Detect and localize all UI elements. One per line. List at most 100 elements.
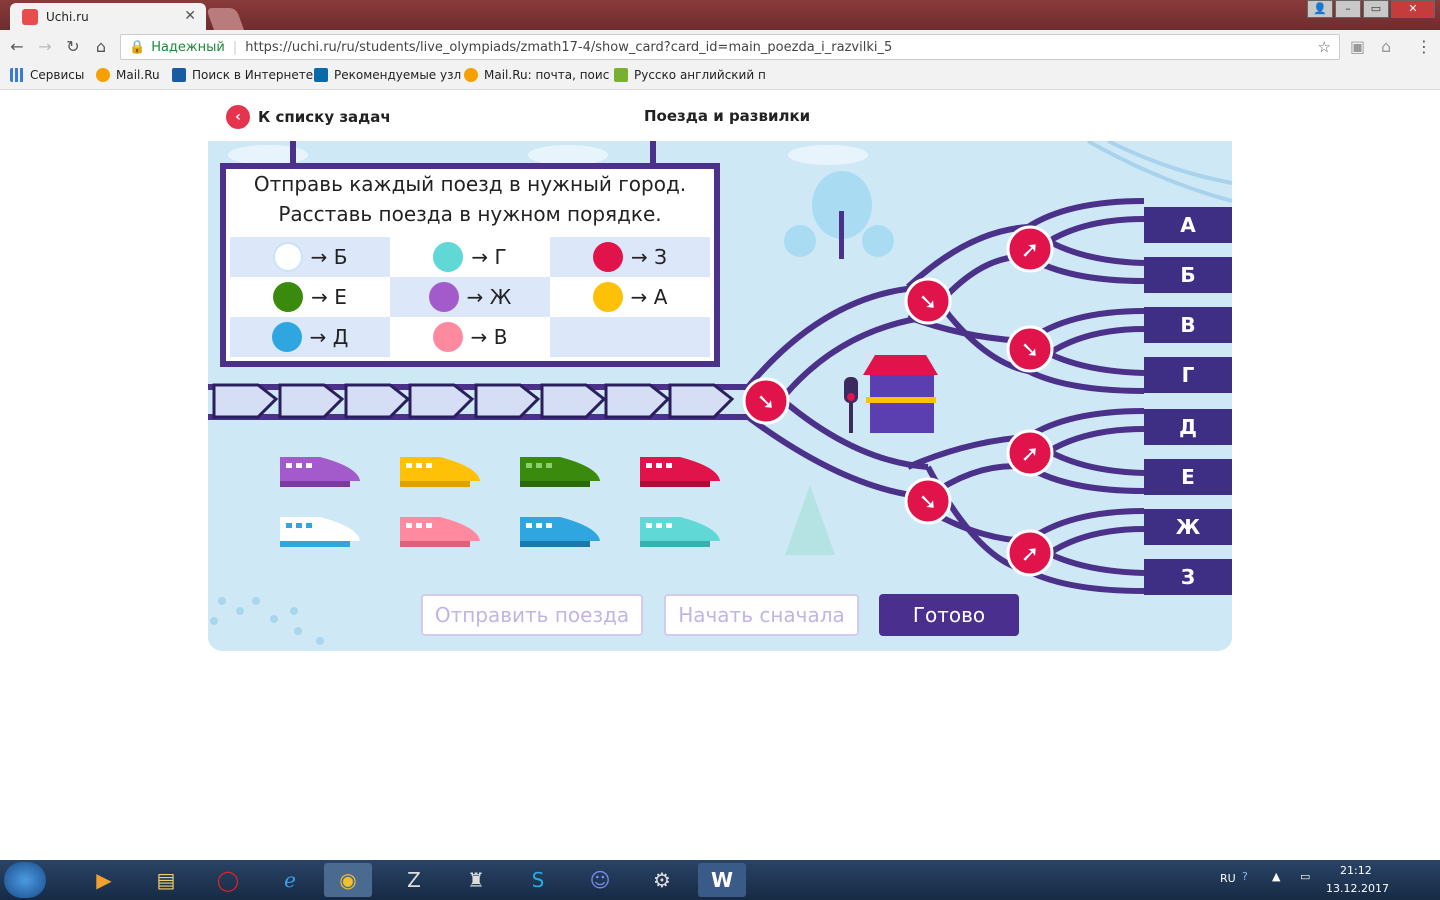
station-stripe xyxy=(866,397,936,403)
bookmark-bing[interactable]: Рекомендуемые узл xyxy=(314,68,461,82)
minimize-button[interactable]: – xyxy=(1335,0,1361,18)
legend-city: Б xyxy=(333,245,348,269)
legend-item: → Ж xyxy=(390,277,550,317)
legend-item: → З xyxy=(550,237,710,277)
traffic-light-red xyxy=(847,393,855,401)
done-button[interactable]: Готово xyxy=(879,594,1019,636)
legend-item: → Г xyxy=(390,237,550,277)
page-title: Поезда и развилки xyxy=(644,107,811,125)
task-panel: Отправь каждый поезд в нужный город. Рас… xyxy=(220,163,720,367)
legend-city: З xyxy=(654,245,667,269)
city-z: З xyxy=(1144,559,1232,595)
svg-text:➚: ➚ xyxy=(1021,542,1039,567)
close-window-button[interactable]: ✕ xyxy=(1391,0,1435,18)
green-train-dot xyxy=(273,282,304,312)
purple-train-dot xyxy=(428,282,459,312)
tree xyxy=(784,225,816,257)
bookmark-dictionary[interactable]: Русско английский п xyxy=(614,68,766,82)
chrome-icon[interactable]: ◉ xyxy=(324,863,372,897)
arrow-icon: → xyxy=(310,245,328,269)
extension-icon[interactable]: ▣ xyxy=(1350,37,1365,56)
station-building xyxy=(870,375,934,433)
city-a: А xyxy=(1144,207,1232,243)
forward-icon[interactable]: → xyxy=(34,36,56,58)
mailru-icon xyxy=(96,68,110,82)
stalker-icon[interactable]: Z xyxy=(390,863,438,897)
traffic-light-pole xyxy=(849,403,853,433)
new-tab-button[interactable] xyxy=(205,8,245,30)
system-tray: RU ? ▲ ▭ 21:12 13.12.2017 xyxy=(1210,860,1440,900)
tab-uchi[interactable]: Uchi.ru ✕ xyxy=(10,3,206,30)
svg-text:➘: ➘ xyxy=(757,390,775,415)
steam-icon[interactable]: ⚙ xyxy=(638,863,686,897)
legend-city: Е xyxy=(334,285,347,309)
legend-city: В xyxy=(493,325,508,349)
bookmark-mailru[interactable]: Mail.Ru xyxy=(96,68,160,82)
svg-text:➘: ➘ xyxy=(1021,338,1039,363)
svg-text:➚: ➚ xyxy=(1021,442,1039,467)
back-icon[interactable]: ← xyxy=(6,36,28,58)
bookmark-label: Mail.Ru: почта, поис xyxy=(484,68,610,82)
internet-explorer-icon[interactable]: ℯ xyxy=(266,863,314,897)
svg-text:➚: ➚ xyxy=(1021,238,1039,263)
media-player-icon[interactable]: ▶ xyxy=(80,863,128,897)
bookmark-label: Сервисы xyxy=(30,68,85,82)
world-of-tanks-icon[interactable]: ♜ xyxy=(452,863,500,897)
language-indicator[interactable]: RU xyxy=(1220,872,1236,885)
url-text[interactable]: https://uchi.ru/ru/students/live_olympia… xyxy=(245,40,892,55)
cloud xyxy=(528,145,608,165)
skype-icon[interactable]: S xyxy=(514,863,562,897)
legend-empty xyxy=(550,317,710,357)
file-explorer-icon[interactable]: ▤ xyxy=(142,863,190,897)
svg-text:➘: ➘ xyxy=(919,490,937,515)
arrow-icon: → xyxy=(470,325,488,349)
bookmark-search[interactable]: Поиск в Интернете xyxy=(172,68,313,82)
search-icon xyxy=(172,68,186,82)
extension-home-icon[interactable]: ⌂ xyxy=(1381,37,1391,56)
discord-icon[interactable]: ☺ xyxy=(576,863,624,897)
legend-grid: → Б → Г → З → Е → Ж → А → Д → В xyxy=(230,237,710,357)
reload-icon[interactable]: ↻ xyxy=(62,36,84,58)
svg-text:➘: ➘ xyxy=(919,290,937,315)
maximize-button[interactable]: ▭ xyxy=(1363,0,1389,18)
arrow-icon: → xyxy=(630,285,648,309)
restart-button[interactable]: Начать сначала xyxy=(664,594,859,636)
clock-date[interactable]: 13.12.2017 xyxy=(1326,882,1389,895)
turquoise-train-dot xyxy=(433,242,464,272)
user-icon[interactable]: 👤 xyxy=(1307,0,1333,18)
tray-expand-icon[interactable]: ▲ xyxy=(1272,870,1280,883)
tree-trunk xyxy=(839,211,844,259)
city-g: Г xyxy=(1144,357,1232,393)
city-b: Б xyxy=(1144,257,1232,293)
menu-icon[interactable]: ⋮ xyxy=(1416,37,1432,56)
clock-time[interactable]: 21:12 xyxy=(1340,864,1372,877)
legend-item: → А xyxy=(550,277,710,317)
city-d: Д xyxy=(1144,409,1232,445)
arrow-icon: → xyxy=(631,245,648,269)
bookmark-apps[interactable]: Сервисы xyxy=(10,68,84,82)
address-bar[interactable]: 🔒 Надежный | https://uchi.ru/ru/students… xyxy=(120,34,1340,60)
tab-title: Uchi.ru xyxy=(46,9,89,24)
tab-close-icon[interactable]: ✕ xyxy=(184,8,196,24)
cloud xyxy=(788,145,868,165)
apps-icon xyxy=(10,68,24,82)
bookmark-mailru-mail[interactable]: Mail.Ru: почта, поис xyxy=(464,68,609,82)
red-train-dot xyxy=(593,242,624,272)
word-icon[interactable]: W xyxy=(698,863,746,897)
send-trains-button[interactable]: Отправить поезда xyxy=(421,594,643,636)
blue-train-dot xyxy=(271,322,302,352)
browser-titlebar: Uchi.ru ✕ 👤 – ▭ ✕ xyxy=(0,0,1440,30)
pink-train-dot xyxy=(432,322,463,352)
help-icon[interactable]: ? xyxy=(1242,870,1248,883)
network-icon[interactable]: ▭ xyxy=(1300,870,1310,883)
dictionary-icon xyxy=(614,68,628,82)
start-button[interactable] xyxy=(4,862,46,898)
back-label: К списку задач xyxy=(258,108,391,126)
bookmark-star-icon[interactable]: ☆ xyxy=(1318,38,1331,56)
opera-icon[interactable]: ◯ xyxy=(204,863,252,897)
mailru-icon xyxy=(464,68,478,82)
separator: | xyxy=(232,39,238,55)
bookmarks-bar: Сервисы Mail.Ru Поиск в Интернете Рекоме… xyxy=(0,64,1440,90)
back-to-tasks-link[interactable]: ‹ К списку задач xyxy=(226,105,391,129)
home-icon[interactable]: ⌂ xyxy=(90,36,112,58)
